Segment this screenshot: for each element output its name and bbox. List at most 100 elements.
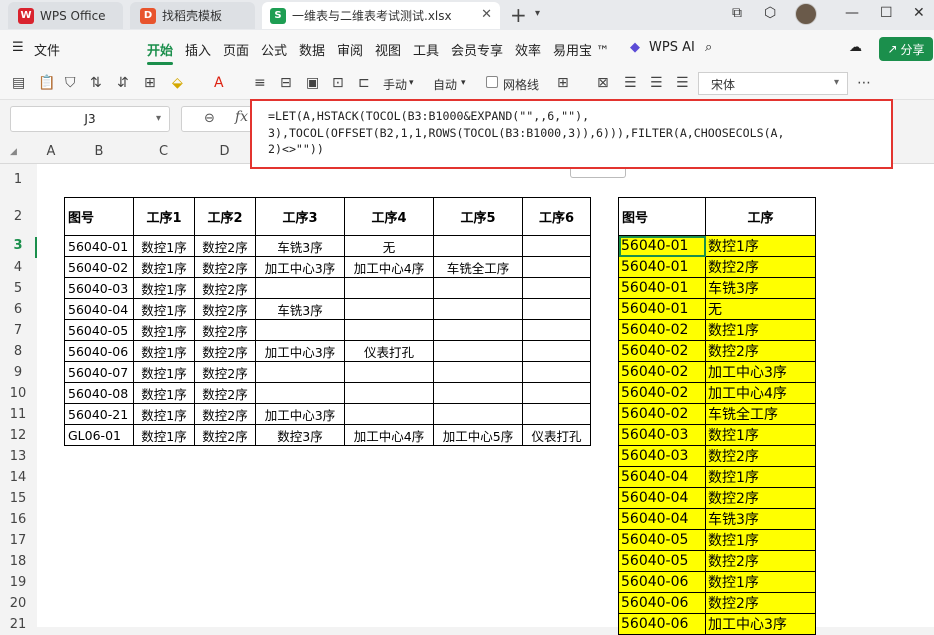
cell[interactable]: GL06-01 xyxy=(64,424,134,446)
cell[interactable]: 加工中心3序 xyxy=(255,340,345,362)
cell[interactable] xyxy=(433,382,523,404)
align-center-icon[interactable]: ☰ xyxy=(650,75,663,91)
cell[interactable]: 56040-02 xyxy=(618,319,706,341)
cell-format-icon[interactable]: ▣ xyxy=(306,75,319,91)
avatar[interactable] xyxy=(795,3,817,25)
cell[interactable]: 56040-04 xyxy=(618,508,706,530)
cell[interactable]: 数控2序 xyxy=(194,403,256,425)
menu-file[interactable]: 文件 xyxy=(34,40,60,59)
cell[interactable]: 56040-03 xyxy=(618,424,706,446)
menu-review[interactable]: 审阅 xyxy=(337,40,363,59)
menu-efficiency[interactable]: 效率 xyxy=(515,40,541,59)
cell[interactable]: 56040-01 xyxy=(64,235,134,257)
cell[interactable]: 56040-06 xyxy=(64,340,134,362)
auto-button[interactable]: 自动 xyxy=(433,76,457,93)
cell[interactable]: 数控2序 xyxy=(705,256,816,278)
column-header[interactable]: B xyxy=(65,144,133,159)
cell[interactable] xyxy=(433,361,523,383)
cell[interactable]: 数控1序 xyxy=(705,529,816,551)
cell[interactable] xyxy=(433,277,523,299)
active-cell[interactable]: 56040-01 xyxy=(618,235,706,257)
cell[interactable]: 数控1序 xyxy=(133,277,195,299)
menu-view[interactable]: 视图 xyxy=(375,40,401,59)
font-family-select[interactable]: 宋体 ▾ xyxy=(698,72,848,95)
cell[interactable] xyxy=(522,340,591,362)
cell[interactable]: 数控2序 xyxy=(194,340,256,362)
row-header[interactable]: 8 xyxy=(0,344,36,359)
cell[interactable] xyxy=(344,277,434,299)
restore-layout-icon[interactable]: ⧉ xyxy=(732,5,742,21)
freeze-icon[interactable]: ⊡ xyxy=(332,75,344,91)
cell[interactable] xyxy=(522,319,591,341)
row-header[interactable]: 1 xyxy=(0,172,36,187)
row-header[interactable]: 6 xyxy=(0,302,36,317)
cell[interactable]: 加工中心4序 xyxy=(344,256,434,278)
row-header[interactable]: 17 xyxy=(0,533,36,548)
cell[interactable]: 56040-03 xyxy=(618,445,706,467)
cell[interactable] xyxy=(255,382,345,404)
cell[interactable]: 数控2序 xyxy=(705,487,816,509)
header-cell[interactable]: 工序1 xyxy=(133,197,195,236)
hamburger-icon[interactable]: ☰ xyxy=(12,40,24,55)
cell[interactable]: 数控1序 xyxy=(705,466,816,488)
row-header[interactable]: 9 xyxy=(0,365,36,380)
row-header[interactable]: 3 xyxy=(0,238,36,253)
filter-icon[interactable]: ⛉ xyxy=(65,75,76,91)
fill-color-icon[interactable]: ⬙ xyxy=(172,75,183,91)
cell[interactable]: 数控1序 xyxy=(133,298,195,320)
cell[interactable]: 数控3序 xyxy=(255,424,345,446)
cell[interactable] xyxy=(522,361,591,383)
chevron-down-icon[interactable]: ▾ xyxy=(461,78,466,88)
header-cell[interactable]: 工序3 xyxy=(255,197,345,236)
more-icon[interactable]: ⋯ xyxy=(857,75,871,91)
cell[interactable] xyxy=(344,382,434,404)
column-header[interactable]: D xyxy=(194,144,255,159)
cell[interactable] xyxy=(433,298,523,320)
row-header[interactable]: 2 xyxy=(0,209,36,224)
column-header[interactable]: A xyxy=(37,144,65,159)
menu-data[interactable]: 数据 xyxy=(299,40,325,59)
cell[interactable] xyxy=(433,235,523,257)
cell[interactable]: 数控2序 xyxy=(194,256,256,278)
row-header[interactable]: 13 xyxy=(0,449,36,464)
cell[interactable]: 数控2序 xyxy=(705,592,816,614)
border-icon[interactable]: ⊞ xyxy=(144,75,156,91)
cloud-sync-icon[interactable]: ☁ xyxy=(849,40,862,55)
cell[interactable]: 数控1序 xyxy=(705,235,816,257)
cell[interactable] xyxy=(344,403,434,425)
header-cell[interactable]: 工序4 xyxy=(344,197,434,236)
cell[interactable]: 56040-02 xyxy=(618,403,706,425)
cell[interactable] xyxy=(255,361,345,383)
close-tab-icon[interactable]: ✕ xyxy=(481,7,492,22)
tab-wps-office[interactable]: W WPS Office xyxy=(8,2,123,29)
header-cell[interactable]: 工序 xyxy=(705,197,816,236)
cell[interactable]: 数控2序 xyxy=(194,277,256,299)
menu-page[interactable]: 页面 xyxy=(223,40,249,59)
cell[interactable]: 数控1序 xyxy=(133,403,195,425)
cell[interactable] xyxy=(522,277,591,299)
cell[interactable] xyxy=(522,235,591,257)
menu-tools[interactable]: 工具 xyxy=(413,40,439,59)
align-left-icon[interactable]: ☰ xyxy=(624,75,637,91)
cell[interactable]: 数控2序 xyxy=(194,361,256,383)
cell[interactable] xyxy=(255,277,345,299)
formula-input[interactable]: =LET(A,HSTACK(TOCOL(B3:B1000&EXPAND("",,… xyxy=(250,99,893,169)
menu-insert[interactable]: 插入 xyxy=(185,40,211,59)
cell[interactable] xyxy=(433,403,523,425)
cell[interactable]: 加工中心3序 xyxy=(705,361,816,383)
row-header[interactable]: 10 xyxy=(0,386,36,401)
cell[interactable]: 加工中心4序 xyxy=(705,382,816,404)
cell[interactable] xyxy=(344,298,434,320)
cell[interactable]: 数控2序 xyxy=(705,550,816,572)
cell[interactable]: 56040-01 xyxy=(618,277,706,299)
cell[interactable] xyxy=(344,319,434,341)
menu-wps-ai[interactable]: WPS AI xyxy=(649,40,695,55)
cell[interactable] xyxy=(433,319,523,341)
row-header[interactable]: 4 xyxy=(0,260,36,275)
tab-spreadsheet-file[interactable]: S 一维表与二维表考试测试.xlsx ✕ xyxy=(262,2,500,29)
paste-icon[interactable]: 📋 xyxy=(38,75,55,91)
row-header[interactable]: 5 xyxy=(0,281,36,296)
header-cell[interactable]: 工序2 xyxy=(194,197,256,236)
wrap-icon[interactable]: ≡ xyxy=(254,75,266,91)
row-header[interactable]: 11 xyxy=(0,407,36,422)
